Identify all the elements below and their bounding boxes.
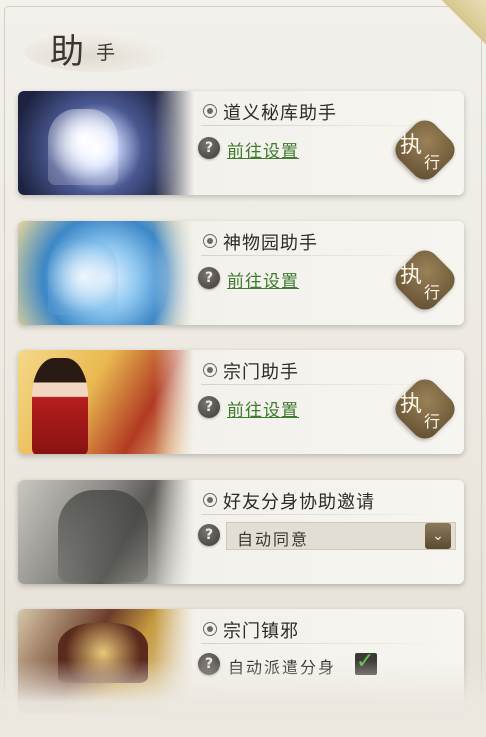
execute-char-top: 执 (400, 133, 423, 158)
art-glow-figure (48, 109, 118, 185)
card-art-water-tree (18, 221, 194, 325)
help-icon[interactable]: ? (198, 396, 220, 418)
title-divider (201, 643, 451, 644)
chevron-down-icon[interactable]: ⌄ (425, 523, 451, 549)
bullet-icon (203, 104, 217, 118)
help-icon[interactable]: ? (198, 267, 220, 289)
card-title: 好友分身协助邀请 (223, 492, 375, 513)
art-silhouette-group (58, 490, 148, 582)
art-water-figure (48, 239, 118, 315)
card-divine-garden: 神物园助手 ? 前往设置 执 行 (18, 221, 464, 325)
execute-button[interactable]: 执 行 (389, 373, 461, 445)
title-char-small: 手 (96, 42, 116, 64)
card-title: 宗门镇邪 (223, 621, 299, 642)
card-art-silhouettes (18, 480, 194, 584)
auto-accept-dropdown[interactable]: 自动同意 ⌄ (226, 522, 456, 550)
title-divider (201, 514, 451, 515)
card-daoyi-vault: 道义秘库助手 ? 前往设置 执 行 (18, 91, 464, 195)
card-art-sect-lady (18, 350, 194, 454)
goto-settings-link[interactable]: 前往设置 (227, 396, 299, 421)
execute-char-bottom: 行 (424, 153, 441, 172)
card-sect-assistant: 宗门助手 ? 前往设置 执 行 (18, 350, 464, 454)
bullet-icon (203, 363, 217, 377)
help-icon[interactable]: ? (198, 524, 220, 546)
execute-char-top: 执 (400, 263, 423, 288)
card-title: 宗门助手 (223, 362, 299, 383)
goto-settings-link[interactable]: 前往设置 (227, 267, 299, 292)
bottom-fade (0, 660, 486, 737)
execute-button[interactable]: 执 行 (389, 244, 461, 316)
help-icon[interactable]: ? (198, 137, 220, 159)
bullet-icon (203, 622, 217, 636)
card-art-starry (18, 91, 194, 195)
art-lady-figure (32, 358, 88, 454)
assistant-panel: 助 手 道义秘库助手 ? 前往设置 执 行 神物园助手 ? 前往设置 执 行 宗 (0, 0, 486, 737)
execute-button[interactable]: 执 行 (389, 114, 461, 186)
bullet-icon (203, 234, 217, 248)
card-friend-clone-invite: 好友分身协助邀请 ? 自动同意 ⌄ (18, 480, 464, 584)
corner-ornament (442, 0, 486, 44)
dropdown-value: 自动同意 (237, 532, 310, 549)
execute-char-bottom: 行 (424, 283, 441, 302)
card-title: 道义秘库助手 (223, 103, 337, 124)
execute-char-bottom: 行 (424, 412, 441, 431)
goto-settings-link[interactable]: 前往设置 (227, 137, 299, 162)
execute-char-top: 执 (400, 392, 423, 417)
title-char-big: 助 (50, 32, 86, 72)
bullet-icon (203, 493, 217, 507)
card-title: 神物园助手 (223, 233, 318, 254)
